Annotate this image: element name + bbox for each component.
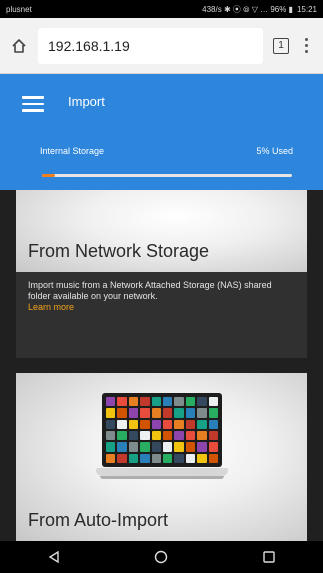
album-cover-thumbnail [106, 442, 116, 452]
album-cover-thumbnail [197, 397, 207, 407]
network-storage-image: From Network Storage [16, 190, 307, 272]
album-cover-thumbnail [106, 419, 116, 429]
storage-used-label: 5% Used [256, 146, 293, 156]
album-cover-thumbnail [106, 453, 116, 463]
home-circle-icon[interactable] [152, 548, 170, 566]
browser-toolbar: 192.168.1.19 1 [0, 18, 323, 74]
album-cover-thumbnail [185, 442, 196, 452]
laptop-illustration [96, 393, 228, 488]
album-cover-thumbnail [151, 408, 161, 418]
system-navigation-bar [0, 541, 323, 573]
album-cover-thumbnail [174, 408, 184, 418]
album-cover-thumbnail [162, 397, 173, 407]
album-cover-thumbnail [128, 430, 139, 441]
album-cover-thumbnail [208, 408, 218, 418]
album-cover-thumbnail [208, 442, 218, 452]
tab-count-label: 1 [278, 40, 284, 51]
album-cover-thumbnail [185, 453, 196, 463]
network-storage-card[interactable]: From Network Storage Import music from a… [16, 190, 307, 358]
card-title: From Auto-Import [28, 510, 169, 530]
card-description: Import music from a Network Attached Sto… [16, 272, 307, 323]
album-cover-thumbnail [128, 419, 139, 429]
status-icons: 438/s ✱ ⦿ ⦾ ▽ … 96% ▮ [202, 4, 293, 14]
more-vert-icon[interactable] [299, 38, 313, 53]
album-cover-thumbnail [197, 453, 207, 463]
page-title: Import [68, 94, 105, 109]
album-cover-thumbnail [208, 453, 218, 463]
status-bar: plusnet 438/s ✱ ⦿ ⦾ ▽ … 96% ▮ 15:21 [0, 0, 323, 18]
album-cover-thumbnail [128, 408, 139, 418]
laptop-base-lip [100, 476, 224, 479]
album-cover-thumbnail [174, 453, 184, 463]
album-cover-thumbnail [140, 397, 150, 407]
carrier-label: plusnet [6, 4, 32, 14]
back-triangle-icon[interactable] [45, 548, 63, 566]
album-cover-thumbnail [151, 430, 161, 441]
album-cover-thumbnail [197, 419, 207, 429]
address-bar[interactable]: 192.168.1.19 [38, 27, 263, 64]
album-cover-thumbnail [117, 430, 127, 441]
card-title: From Network Storage [28, 241, 210, 261]
album-cover-thumbnail [162, 408, 173, 418]
album-cover-thumbnail [106, 430, 116, 441]
album-cover-thumbnail [140, 408, 150, 418]
album-cover-thumbnail [174, 397, 184, 407]
album-cover-thumbnail [162, 453, 173, 463]
album-cover-thumbnail [128, 442, 139, 452]
album-cover-thumbnail [174, 430, 184, 441]
album-cover-thumbnail [174, 419, 184, 429]
album-cover-thumbnail [128, 453, 139, 463]
album-cover-thumbnail [140, 430, 150, 441]
album-cover-thumbnail [162, 430, 173, 441]
album-cover-thumbnail [140, 442, 150, 452]
storage-label: Internal Storage [40, 146, 105, 156]
album-cover-thumbnail [162, 442, 173, 452]
album-cover-thumbnail [197, 442, 207, 452]
album-cover-thumbnail [117, 453, 127, 463]
auto-import-card[interactable]: From Auto-Import [16, 373, 307, 541]
home-icon[interactable] [10, 37, 28, 55]
learn-more-link[interactable]: Learn more [28, 302, 74, 312]
album-cover-thumbnail [185, 419, 196, 429]
album-cover-thumbnail [208, 430, 218, 441]
album-cover-thumbnail [185, 408, 196, 418]
album-cover-thumbnail [117, 397, 127, 407]
card-description-text: Import music from a Network Attached Sto… [28, 280, 272, 301]
storage-progress-fill [42, 174, 55, 177]
auto-import-image: From Auto-Import [16, 373, 307, 541]
album-cover-thumbnail [151, 442, 161, 452]
album-cover-thumbnail [174, 442, 184, 452]
hamburger-menu-icon[interactable] [22, 96, 44, 112]
recents-square-icon[interactable] [260, 548, 278, 566]
album-cover-thumbnail [197, 430, 207, 441]
album-cover-thumbnail [208, 397, 218, 407]
app-header: Import Internal Storage 5% Used [0, 74, 323, 190]
tab-switcher-button[interactable]: 1 [273, 37, 289, 54]
album-cover-thumbnail [140, 419, 150, 429]
laptop-base [96, 468, 228, 476]
album-cover-thumbnail [151, 397, 161, 407]
album-cover-thumbnail [106, 397, 116, 407]
album-cover-thumbnail [128, 397, 139, 407]
album-cover-thumbnail [151, 453, 161, 463]
album-cover-thumbnail [117, 442, 127, 452]
storage-progress-bar [42, 174, 292, 177]
clock: 15:21 [296, 4, 317, 14]
status-indicators: 438/s ✱ ⦿ ⦾ ▽ … 96% ▮ 15:21 [202, 4, 317, 15]
album-cover-thumbnail [185, 397, 196, 407]
album-cover-thumbnail [151, 419, 161, 429]
album-cover-thumbnail [185, 430, 196, 441]
import-options-list: From Network Storage Import music from a… [0, 190, 323, 541]
album-cover-thumbnail [140, 453, 150, 463]
url-text: 192.168.1.19 [48, 37, 130, 54]
album-cover-thumbnail [197, 408, 207, 418]
album-cover-thumbnail [208, 419, 218, 429]
album-cover-thumbnail [117, 419, 127, 429]
laptop-screen [102, 393, 222, 467]
album-cover-thumbnail [162, 419, 173, 429]
album-cover-thumbnail [117, 408, 127, 418]
album-cover-thumbnail [106, 408, 116, 418]
